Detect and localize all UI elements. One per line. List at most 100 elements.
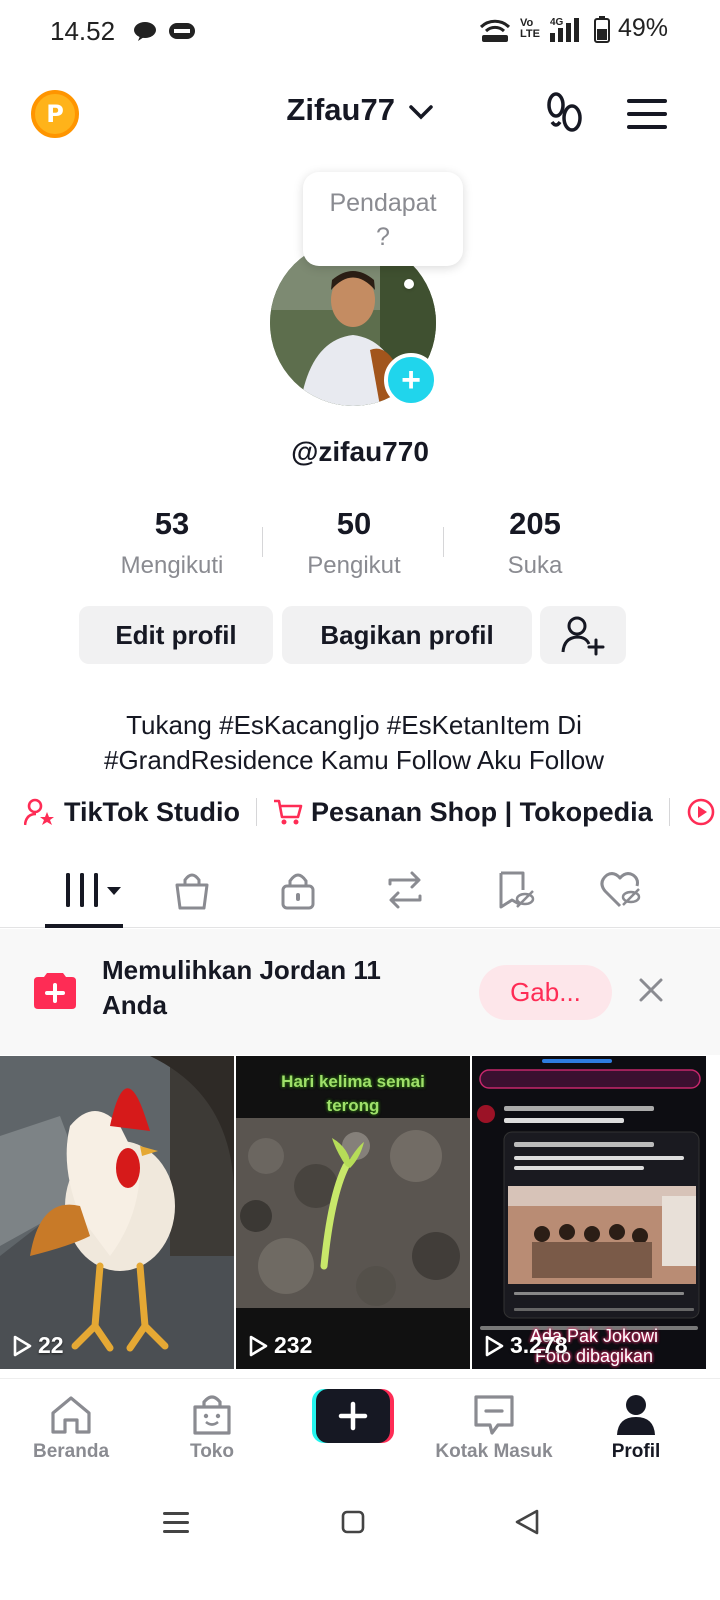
nav-home-label: Beranda bbox=[32, 1441, 110, 1462]
tiktok-studio-link[interactable]: TikTok Studio bbox=[64, 797, 240, 828]
video-caption: Hari kelima semai terong bbox=[281, 1072, 425, 1115]
battery-percent: 49% bbox=[617, 14, 668, 42]
grid-icon bbox=[66, 873, 121, 907]
bio-line-2: #GrandResidence Kamu Follow Aku Follow bbox=[103, 745, 605, 775]
tab-videos[interactable] bbox=[62, 868, 124, 912]
system-status: Vo LTE 4G 49% bbox=[478, 14, 668, 43]
account-switcher[interactable]: Zifau77 bbox=[0, 92, 720, 128]
close-icon[interactable] bbox=[638, 977, 664, 1003]
recent-apps-icon[interactable] bbox=[163, 1510, 189, 1534]
shopping-bag-icon bbox=[175, 873, 209, 910]
repost-icon bbox=[388, 871, 422, 909]
add-user-icon bbox=[561, 616, 605, 656]
stat-label: Mengikuti bbox=[120, 552, 224, 579]
stat-followers[interactable]: 50 Pengikut bbox=[269, 506, 439, 580]
status-bar: 14.52 Vo LTE 4G 49% bbox=[0, 0, 720, 64]
link-divider bbox=[256, 798, 258, 826]
view-count: 22 bbox=[12, 1332, 64, 1359]
view-count-value: 3.278 bbox=[510, 1332, 568, 1358]
stat-following[interactable]: 53 Mengikuti bbox=[87, 506, 257, 580]
inbox-icon bbox=[474, 1395, 514, 1435]
chevron-down-icon bbox=[408, 105, 433, 120]
cart-icon bbox=[273, 798, 303, 826]
back-icon[interactable] bbox=[513, 1508, 541, 1536]
svg-text:4G: 4G bbox=[550, 17, 564, 28]
volte-indicator: Vo LTE bbox=[519, 16, 540, 40]
play-icon bbox=[485, 1335, 504, 1356]
view-count-value: 22 bbox=[38, 1332, 64, 1358]
nav-inbox[interactable]: Kotak Masuk bbox=[424, 1393, 564, 1463]
notification-icons bbox=[132, 20, 196, 42]
add-friend-button[interactable] bbox=[540, 606, 626, 664]
stat-divider bbox=[443, 527, 444, 557]
profile-icon bbox=[617, 1395, 655, 1435]
tooltip-tail bbox=[404, 279, 414, 289]
stat-divider bbox=[262, 527, 263, 557]
lock-icon bbox=[281, 873, 315, 910]
tab-saved[interactable] bbox=[485, 868, 545, 912]
footprint-icon[interactable] bbox=[544, 92, 586, 136]
tooltip-line1: Pendapat bbox=[329, 189, 437, 217]
bio: Tukang #EsKacangIjo #EsKetanItem Di #Gra… bbox=[0, 708, 708, 778]
menu-icon[interactable] bbox=[627, 98, 667, 130]
video-thumbnail[interactable]: Ada Pak Jokowi Foto dibagikan 3.278 bbox=[472, 1056, 706, 1369]
link-divider bbox=[668, 798, 670, 826]
edit-profile-button[interactable]: Edit profil bbox=[79, 606, 273, 664]
nav-shop-label: Toko bbox=[190, 1441, 234, 1462]
nav-inbox-label: Kotak Masuk bbox=[435, 1441, 553, 1462]
stat-label: Pengikut bbox=[307, 552, 401, 579]
stat-label: Suka bbox=[507, 552, 563, 579]
share-profile-button[interactable]: Bagikan profil bbox=[282, 606, 532, 664]
video-thumbnail[interactable]: Hari kelima semai terong 232 bbox=[236, 1056, 470, 1369]
nav-profile-label: Profil bbox=[611, 1441, 661, 1462]
add-video-icon bbox=[34, 973, 76, 1009]
stat-value: 205 bbox=[509, 506, 561, 541]
nav-home[interactable]: Beranda bbox=[1, 1393, 141, 1463]
heart-hidden-icon bbox=[600, 872, 641, 908]
nav-profile[interactable]: Profil bbox=[566, 1393, 706, 1463]
banner-text: Memulihkan Jordan 11 Anda bbox=[102, 955, 381, 1020]
stat-likes[interactable]: 205 Suka bbox=[450, 506, 620, 580]
content-tabs bbox=[0, 860, 720, 928]
view-count: 232 bbox=[248, 1332, 312, 1359]
signal-icon: 4G bbox=[549, 17, 579, 42]
rooster-thumbnail-image bbox=[0, 1056, 234, 1369]
view-count-value: 232 bbox=[274, 1332, 313, 1358]
profile-handle: @zifau770 bbox=[291, 436, 429, 467]
carrier-notification-icon bbox=[169, 23, 195, 39]
restore-banner: Memulihkan Jordan 11 Anda Gab... bbox=[0, 929, 720, 1055]
bottom-navigation: Beranda Toko Kotak Masuk Profil bbox=[0, 1378, 720, 1478]
video-thumbnail[interactable]: 22 bbox=[0, 1056, 234, 1369]
home-icon bbox=[51, 1396, 91, 1434]
stat-value: 53 bbox=[154, 506, 190, 541]
tooltip-bubble[interactable]: Pendapat ? bbox=[303, 172, 463, 266]
banner-join-button[interactable]: Gab... bbox=[479, 965, 612, 1020]
add-avatar-button[interactable]: + bbox=[384, 353, 438, 407]
tab-shop[interactable] bbox=[162, 868, 222, 912]
tab-private[interactable] bbox=[268, 868, 328, 912]
play-icon bbox=[249, 1335, 268, 1356]
tooltip-line2: ? bbox=[376, 223, 390, 251]
account-username: Zifau77 bbox=[286, 92, 395, 127]
play-circle-icon[interactable] bbox=[686, 797, 716, 827]
profile-links: TikTok Studio Pesanan Shop | Tokopedia bbox=[24, 792, 720, 832]
chat-notification-icon bbox=[134, 22, 156, 41]
plus-icon bbox=[312, 1389, 394, 1443]
creator-star-icon bbox=[24, 797, 56, 827]
active-tab-indicator bbox=[45, 924, 123, 928]
home-square-icon[interactable] bbox=[341, 1510, 365, 1534]
create-button[interactable] bbox=[312, 1389, 394, 1443]
play-icon bbox=[13, 1335, 32, 1356]
tab-liked[interactable] bbox=[591, 868, 651, 912]
nav-shop[interactable]: Toko bbox=[142, 1393, 282, 1463]
battery-icon bbox=[593, 15, 610, 43]
hotspot-icon bbox=[479, 19, 511, 42]
screenshot-thumbnail-image bbox=[472, 1056, 706, 1369]
shop-orders-link[interactable]: Pesanan Shop | Tokopedia bbox=[311, 797, 653, 828]
shop-bag-icon bbox=[193, 1395, 231, 1435]
tab-reposts[interactable] bbox=[375, 868, 435, 912]
bookmark-hidden-icon bbox=[499, 871, 535, 909]
stat-value: 50 bbox=[336, 506, 372, 541]
status-time: 14.52 bbox=[50, 16, 116, 46]
view-count: 3.278 bbox=[484, 1332, 568, 1359]
